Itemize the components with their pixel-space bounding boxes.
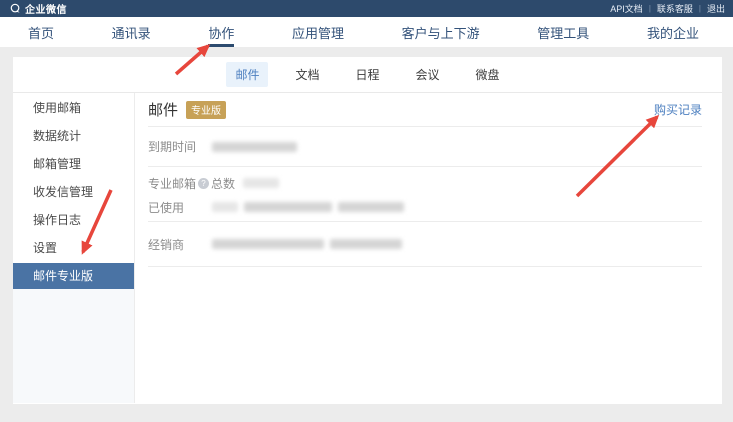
contact-support-link[interactable]: 联系客服 [657, 2, 693, 15]
sidebar-item-operation-log[interactable]: 操作日志 [13, 207, 134, 233]
mailbox-total-line: 专业邮箱 ? 总数 [148, 171, 702, 195]
sidebar-item-statistics[interactable]: 数据统计 [13, 123, 134, 149]
tab-meeting[interactable]: 会议 [407, 62, 449, 87]
pro-version-badge: 专业版 [186, 101, 226, 119]
sidebar-item-send-receive[interactable]: 收发信管理 [13, 179, 134, 205]
page-title: 邮件 [148, 99, 178, 120]
mailbox-used-line: 已使用 [148, 195, 702, 219]
nav-item-app-management[interactable]: 应用管理 [292, 17, 344, 47]
logout-link[interactable]: 退出 [707, 2, 725, 15]
expire-time-value [212, 142, 297, 152]
nav-item-home[interactable]: 首页 [28, 17, 54, 47]
expire-time-label: 到期时间 [148, 138, 212, 155]
total-label: 总数 [211, 175, 235, 192]
sidebar-filler [13, 289, 134, 403]
tab-drive[interactable]: 微盘 [467, 62, 509, 87]
sidebar-item-mail-pro[interactable]: 邮件专业版 [13, 263, 134, 289]
main-panel: 邮件 文档 日程 会议 微盘 使用邮箱 数据统计 邮箱管理 收发信管理 操作日志… [13, 57, 722, 404]
redacted-value [212, 202, 238, 212]
redacted-value [243, 178, 279, 188]
redacted-value [212, 239, 324, 249]
redacted-value [212, 142, 297, 152]
tab-calendar[interactable]: 日程 [346, 62, 388, 87]
topbar-links: API文档 | 联系客服 | 退出 [610, 2, 725, 15]
expire-time-row: 到期时间 [148, 127, 702, 167]
app-title: 企业微信 [25, 1, 67, 16]
main-nav: 首页 通讯录 协作 应用管理 客户与上下游 管理工具 我的企业 [0, 17, 733, 47]
nav-item-admin-tools[interactable]: 管理工具 [537, 17, 589, 47]
tab-docs[interactable]: 文档 [286, 62, 328, 87]
redacted-value [244, 202, 332, 212]
nav-item-contacts[interactable]: 通讯录 [112, 17, 151, 47]
redacted-value [338, 202, 404, 212]
sidebar-item-settings[interactable]: 设置 [13, 235, 134, 261]
purchase-history-link[interactable]: 购买记录 [654, 101, 702, 118]
info-icon[interactable]: ? [198, 178, 209, 189]
pro-mailbox-label: 专业邮箱 [148, 175, 196, 192]
enterprise-wechat-admin-screen: 企业微信 API文档 | 联系客服 | 退出 首页 通讯录 协作 应用管理 客户… [0, 0, 733, 422]
panel-body: 使用邮箱 数据统计 邮箱管理 收发信管理 操作日志 设置 邮件专业版 邮件 专业… [13, 93, 722, 403]
api-docs-link[interactable]: API文档 [610, 2, 643, 15]
sidebar-item-mailbox-management[interactable]: 邮箱管理 [13, 151, 134, 177]
tab-mail[interactable]: 邮件 [226, 62, 268, 87]
title-row: 邮件 专业版 购买记录 [148, 93, 702, 127]
nav-item-my-company[interactable]: 我的企业 [647, 17, 699, 47]
mail-pro-content: 邮件 专业版 购买记录 到期时间 专业邮箱 ? 总数 [135, 93, 722, 403]
topbar-brand: 企业微信 [10, 1, 67, 16]
chat-bubble-logo-icon [10, 3, 21, 14]
reseller-row: 经销商 [148, 222, 702, 267]
nav-item-customers[interactable]: 客户与上下游 [402, 17, 480, 47]
used-value [212, 202, 404, 212]
mail-sidebar: 使用邮箱 数据统计 邮箱管理 收发信管理 操作日志 设置 邮件专业版 [13, 93, 135, 403]
reseller-value [212, 239, 402, 249]
total-value [243, 178, 279, 188]
nav-item-collaboration[interactable]: 协作 [208, 17, 234, 47]
sidebar-item-use-mailbox[interactable]: 使用邮箱 [13, 95, 134, 121]
separator: | [649, 4, 651, 13]
collaboration-subtabs: 邮件 文档 日程 会议 微盘 [13, 57, 722, 93]
used-label: 已使用 [148, 199, 212, 216]
redacted-value [330, 239, 402, 249]
pro-mailbox-group-row: 专业邮箱 ? 总数 已使用 [148, 167, 702, 222]
reseller-label: 经销商 [148, 236, 212, 253]
separator: | [699, 4, 701, 13]
topbar: 企业微信 API文档 | 联系客服 | 退出 [0, 0, 733, 17]
